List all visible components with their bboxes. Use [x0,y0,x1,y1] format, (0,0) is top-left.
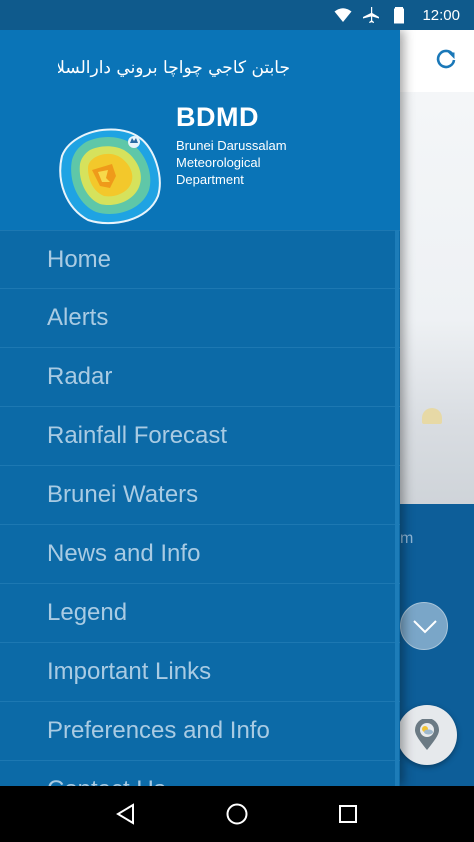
menu-item-news-and-info[interactable]: News and Info [0,525,400,584]
back-button[interactable] [114,802,138,826]
chevron-down-icon [413,620,437,634]
jawi-department-name: جابتن كاجي چواچا بروني دارالسلام [58,58,290,78]
refresh-icon[interactable] [434,48,458,72]
brand-title: BDMD [176,102,259,132]
battery-icon [390,6,408,24]
menu-item-alerts[interactable]: Alerts [0,289,400,348]
menu-item-brunei-waters[interactable]: Brunei Waters [0,466,400,525]
home-icon [226,803,248,825]
drawer-header: جابتن كاجي چواچا بروني دارالسلام BDMD Br… [0,30,400,230]
bdmd-logo-icon [59,128,161,225]
brand-subtitle-line: Meteorological [176,155,261,170]
system-nav-bar [0,786,474,842]
menu-item-rainfall-forecast[interactable]: Rainfall Forecast [0,407,400,466]
expand-button[interactable] [400,602,448,650]
drawer-scrollbar[interactable] [395,230,399,786]
drawer-menu: Home Alerts Radar Rainfall Forecast Brun… [0,230,400,786]
home-button[interactable] [225,802,249,826]
menu-item-home[interactable]: Home [0,230,400,289]
menu-item-contact-us[interactable]: Contact Us [0,761,400,786]
recents-button[interactable] [336,802,360,826]
brand-subtitle-line: Brunei Darussalam [176,138,287,153]
menu-item-important-links[interactable]: Important Links [0,643,400,702]
clock-time: 12:00 [422,6,460,24]
menu-item-preferences-and-info[interactable]: Preferences and Info [0,702,400,761]
recents-icon [339,805,358,823]
mosque-dome [422,408,442,424]
menu-item-radar[interactable]: Radar [0,348,400,407]
menu-item-legend[interactable]: Legend [0,584,400,643]
airplane-icon [362,6,380,24]
location-button[interactable] [397,705,457,765]
navigation-drawer: جابتن كاجي چواچا بروني دارالسلام BDMD Br… [0,30,400,786]
status-bar: 12:00 [0,0,474,30]
unit-fragment: m [400,530,414,547]
brand-subtitle-line: Department [176,172,244,187]
wifi-icon [334,6,352,24]
location-pin-icon [415,719,439,750]
back-icon [115,803,134,825]
